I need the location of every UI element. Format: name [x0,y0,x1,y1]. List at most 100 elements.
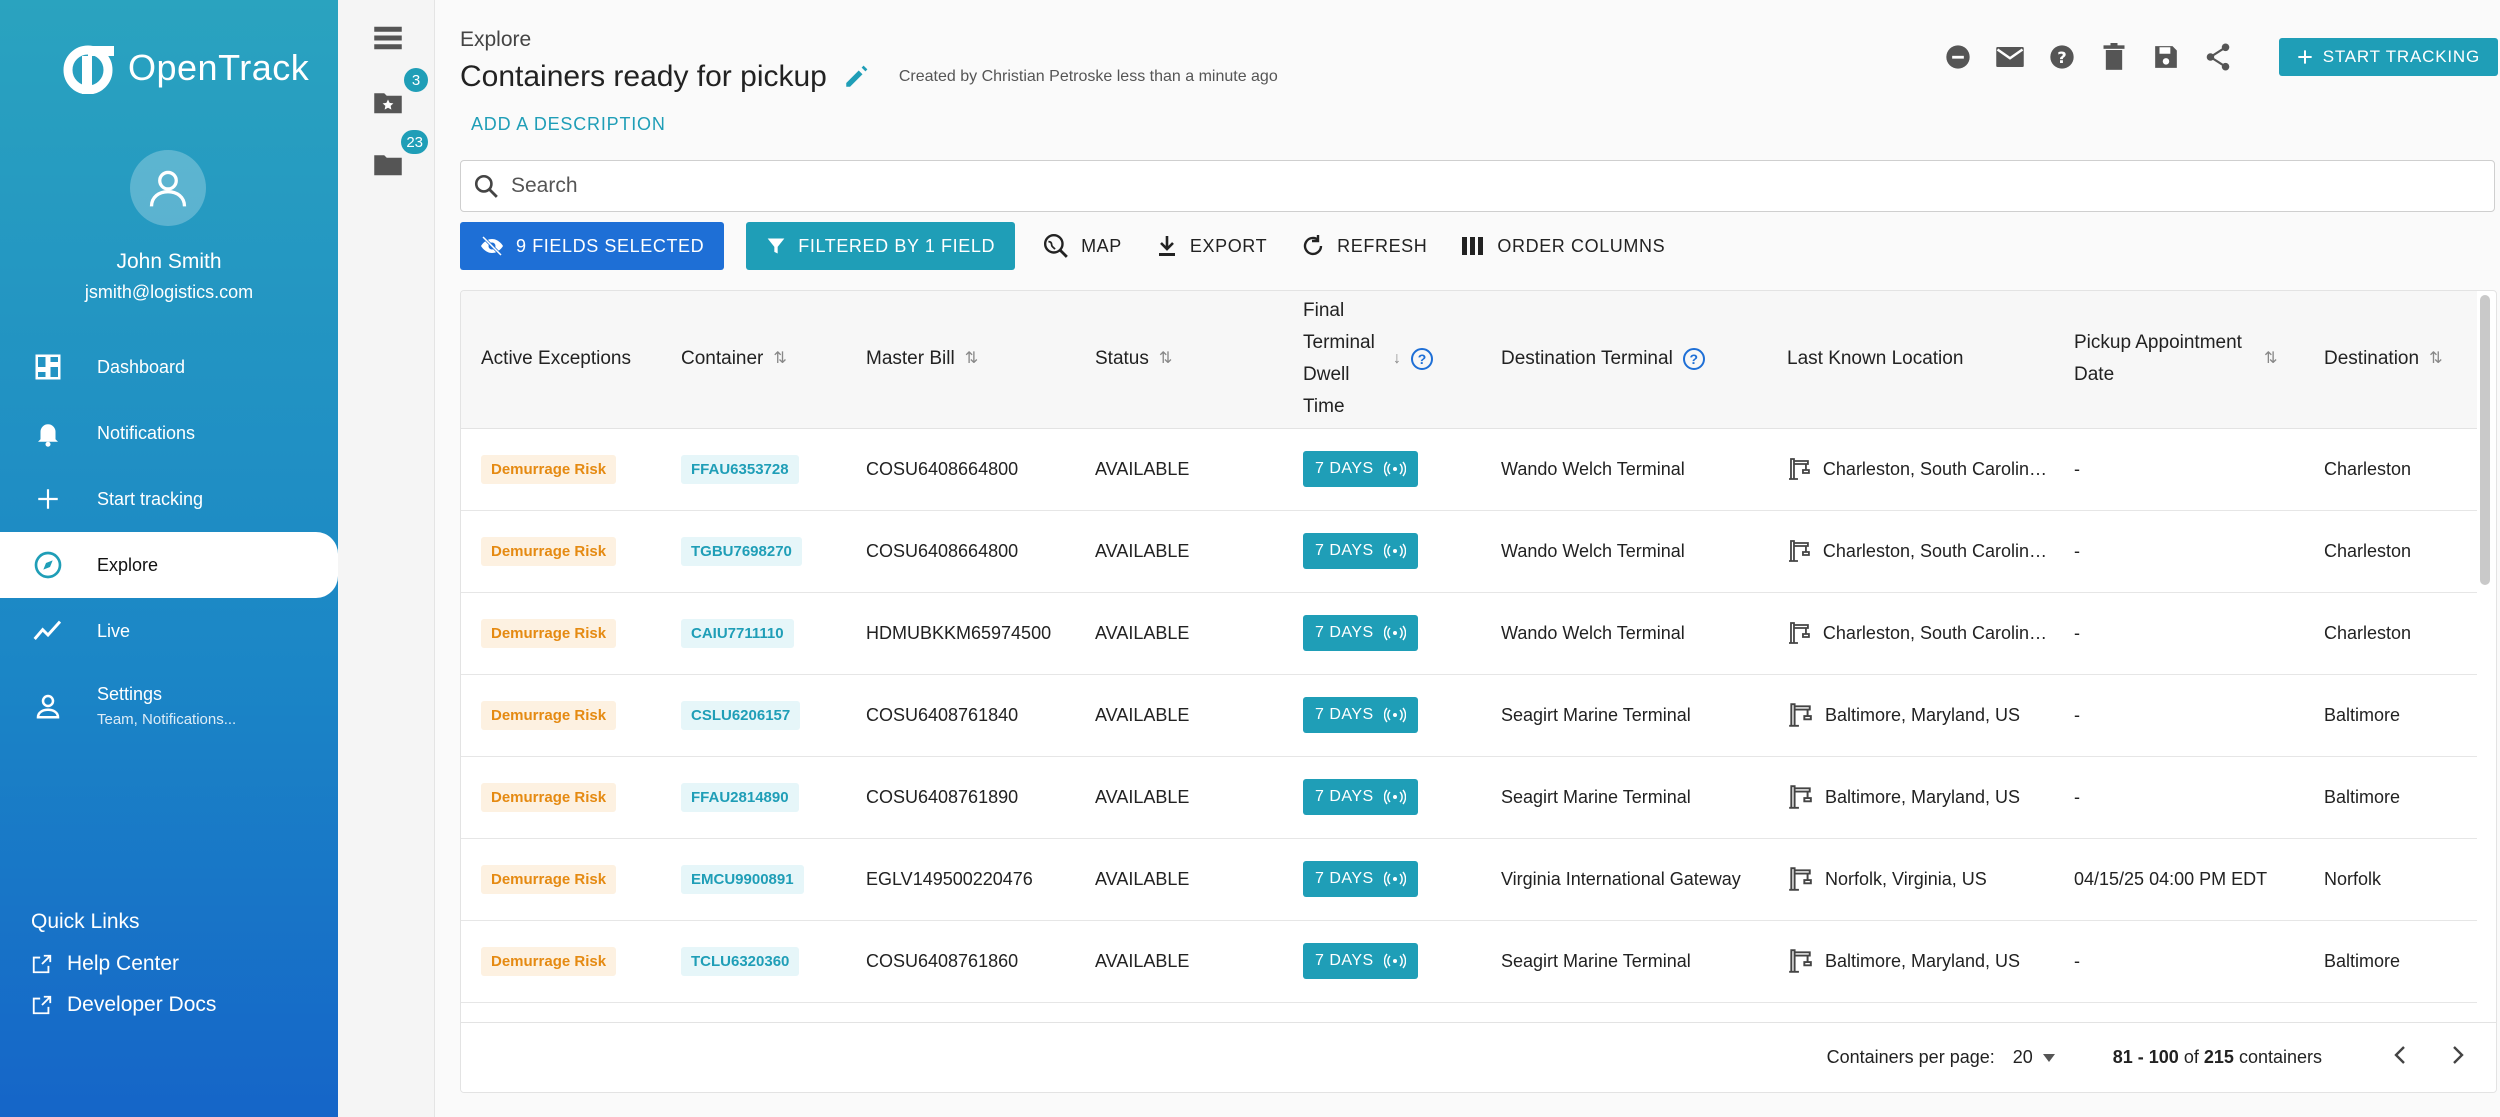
cell-status: AVAILABLE [1075,428,1283,511]
dwell-time-badge[interactable]: 7 DAYS [1303,533,1418,569]
container-link[interactable]: FFAU2814890 [681,782,799,812]
nav-item-notifications[interactable]: Notifications [0,400,338,466]
dwell-time-badge[interactable]: 7 DAYS [1303,943,1418,979]
starred-views-button[interactable]: 3 [368,68,428,122]
save-icon[interactable] [2151,42,2181,72]
container-link[interactable]: CAIU7711110 [681,618,794,648]
table-row[interactable]: Demurrage Risk FFAU6353728 COSU6408664800 A… [461,428,2477,511]
terminal-crane-icon [1789,703,1812,727]
col-header-pickup-appointment[interactable]: Pickup Appointment Date ⇅ [2054,291,2304,429]
table-row[interactable]: Demurrage Risk CSLU6206157 COSU6408761840 A… [461,674,2477,757]
filter-button[interactable]: FILTERED BY 1 FIELD [746,222,1016,270]
col-header-container[interactable]: Container ⇅ [661,291,846,429]
folders-button[interactable]: 23 [368,130,428,184]
col-header-status[interactable]: Status ⇅ [1075,291,1283,429]
brand-logo[interactable]: OpenTrack [58,42,309,94]
dwell-time-badge[interactable]: 7 DAYS [1303,615,1418,651]
refresh-icon [1303,235,1323,256]
dwell-time-badge[interactable]: 7 DAYS [1303,779,1418,815]
demurrage-risk-badge[interactable]: Demurrage Risk [481,536,617,566]
col-label: Destination [2324,348,2420,370]
sort-icon[interactable]: ⇅ [965,343,978,375]
col-header-destination-terminal[interactable]: Destination Terminal? [1481,291,1767,429]
demurrage-risk-badge[interactable]: Demurrage Risk [481,782,617,812]
edit-pencil-icon[interactable] [843,64,869,90]
table-row[interactable]: Demurrage Risk EMCU9900891 EGLV14950022047… [461,838,2477,921]
table-row[interactable]: Demurrage Risk FFAU2814890 COSU6408761890 A… [461,756,2477,839]
nav-label: Explore [97,554,159,575]
container-link[interactable]: EMCU9900891 [681,864,804,894]
demurrage-risk-badge[interactable]: Demurrage Risk [481,454,617,484]
refresh-button[interactable]: REFRESH [1295,234,1433,258]
cell-exception: Demurrage Risk [461,920,661,1003]
table-row[interactable]: Demurrage Risk TCLU6320360 COSU6408761860 A… [461,920,2477,1003]
breadcrumb[interactable]: Explore [460,28,531,52]
live-signal-icon [1383,871,1406,887]
cell-dwell-time: 7 DAYS [1283,838,1481,921]
dwell-time-badge[interactable]: 7 DAYS [1303,451,1418,487]
cell-dwell-time: 7 DAYS [1283,428,1481,511]
export-button[interactable]: EXPORT [1150,234,1273,258]
list-view-button[interactable] [368,18,408,58]
container-link[interactable]: FFAU6353728 [681,454,799,484]
opentrack-logo-icon [63,45,114,94]
container-link[interactable]: CSLU6206157 [681,700,801,730]
per-page-label: Containers per page: [1826,1047,1995,1067]
demurrage-risk-badge[interactable]: Demurrage Risk [481,700,617,730]
dwell-days: 7 DAYS [1315,542,1374,559]
nav-item-explore[interactable]: Explore [0,532,338,598]
minus-circle-icon[interactable] [1943,42,1973,72]
cell-dwell-time: 7 DAYS [1283,510,1481,593]
start-tracking-button[interactable]: START TRACKING [2278,38,2498,76]
demurrage-risk-badge[interactable]: Demurrage Risk [481,864,617,894]
container-link[interactable]: TCLU6320360 [681,946,800,976]
sort-icon[interactable]: ⇅ [773,343,786,375]
cell-destination: Baltimore [2304,756,2477,839]
col-header-dwell-time[interactable]: Final Terminal Dwell Time ↓? [1283,291,1481,429]
next-page-button[interactable] [2438,1046,2478,1069]
mail-icon[interactable] [1995,42,2025,72]
cell-exception: Demurrage Risk [461,674,661,757]
order-columns-button[interactable]: ORDER COLUMNS [1455,235,1671,257]
per-page-select[interactable]: 20 [2013,1047,2055,1068]
fields-selected-button[interactable]: 9 FIELDS SELECTED [460,222,725,270]
dwell-time-badge[interactable]: 7 DAYS [1303,861,1418,897]
container-link[interactable]: TGBU7698270 [681,536,802,566]
map-button[interactable]: MAP [1037,233,1128,259]
cell-exception: Demurrage Risk [461,838,661,921]
search-bar[interactable] [460,160,2495,212]
nav-item-live[interactable]: Live [0,598,338,664]
user-name: John Smith [116,250,222,273]
sort-icon[interactable]: ⇅ [2264,343,2277,375]
cell-last-known-location: Baltimore, Maryland, US [1767,920,2054,1003]
vertical-scrollbar[interactable] [2480,295,2490,585]
nav-sublabel: Team, Notifications... [97,711,237,728]
dwell-time-badge[interactable]: 7 DAYS [1303,697,1418,733]
search-input[interactable] [511,174,2411,198]
prev-page-button[interactable] [2380,1046,2420,1069]
avatar[interactable] [130,150,206,226]
help-icon[interactable]: ? [1411,348,1433,371]
cell-last-known-location: Norfolk, Virginia, US [1767,838,2054,921]
demurrage-risk-badge[interactable]: Demurrage Risk [481,946,617,976]
share-icon[interactable] [2203,42,2233,72]
cell-dwell-time: 7 DAYS [1283,674,1481,757]
developer-docs-link[interactable]: Developer Docs [31,993,216,1017]
help-icon[interactable]: ? [2047,42,2077,72]
nav-item-settings[interactable]: Settings Team, Notifications... [0,664,338,748]
nav-item-dashboard[interactable]: Dashboard [0,334,338,400]
sort-icon[interactable]: ⇅ [1159,343,1172,375]
sort-icon[interactable]: ⇅ [2429,343,2442,375]
table-row[interactable]: Demurrage Risk TGBU7698270 COSU6408664800 A… [461,510,2477,593]
trash-icon[interactable] [2099,42,2129,72]
col-header-master-bill[interactable]: Master Bill ⇅ [846,291,1075,429]
col-header-destination[interactable]: Destination ⇅ [2304,291,2477,429]
sort-down-icon[interactable]: ↓ [1393,343,1401,375]
help-center-link[interactable]: Help Center [31,952,179,976]
table-row[interactable]: Demurrage Risk CAIU7711110 HDMUBKKM6597450… [461,592,2477,675]
nav-item-start-tracking[interactable]: Start tracking [0,466,338,532]
help-icon[interactable]: ? [1682,348,1705,371]
demurrage-risk-badge[interactable]: Demurrage Risk [481,618,617,648]
add-description-link[interactable]: ADD A DESCRIPTION [471,114,666,135]
cell-pickup-appointment: - [2054,510,2304,593]
